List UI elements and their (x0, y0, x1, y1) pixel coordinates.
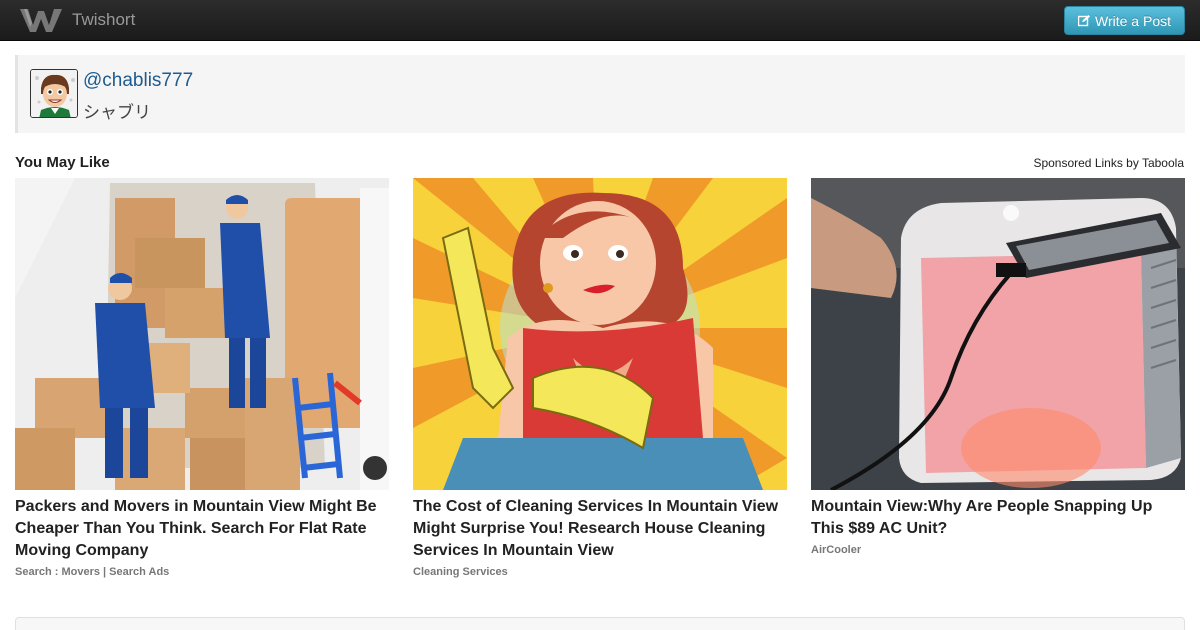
recommendation-card[interactable]: The Cost of Cleaning Services In Mountai… (413, 178, 787, 578)
brand-link[interactable]: Twishort (18, 5, 135, 35)
card-source[interactable]: AirCooler (811, 544, 1185, 556)
you-may-like-heading: You May Like (15, 154, 110, 171)
card-source[interactable]: Cleaning Services (413, 566, 787, 578)
sponsored-links-label[interactable]: Sponsored Links by Taboola (1033, 156, 1184, 170)
edit-icon (1078, 14, 1090, 26)
cleaning-image[interactable] (413, 178, 787, 490)
brand-name: Twishort (72, 10, 136, 29)
write-post-button[interactable]: Write a Post (1064, 6, 1185, 35)
movers-image[interactable] (15, 178, 389, 490)
profile-panel: @chablis777 シャブリ (15, 55, 1185, 133)
card-title[interactable]: Mountain View:Why Are People Snapping Up… (811, 496, 1185, 540)
twishort-logo-icon (20, 9, 62, 32)
card-source[interactable]: Search : Movers | Search Ads (15, 566, 389, 578)
card-title[interactable]: Packers and Movers in Mountain View Migh… (15, 496, 389, 562)
avatar[interactable] (30, 69, 78, 118)
top-navbar: Twishort Write a Post (0, 0, 1200, 41)
bottom-panel (15, 617, 1185, 630)
write-post-label: Write a Post (1095, 12, 1171, 29)
recommendation-card[interactable]: Packers and Movers in Mountain View Migh… (15, 178, 389, 578)
user-handle-link[interactable]: @chablis777 (83, 70, 193, 92)
recommendation-card[interactable]: Mountain View:Why Are People Snapping Up… (811, 178, 1185, 556)
card-title[interactable]: The Cost of Cleaning Services In Mountai… (413, 496, 787, 562)
ac-unit-image[interactable] (811, 178, 1185, 490)
user-display-name: シャブリ (83, 103, 151, 123)
